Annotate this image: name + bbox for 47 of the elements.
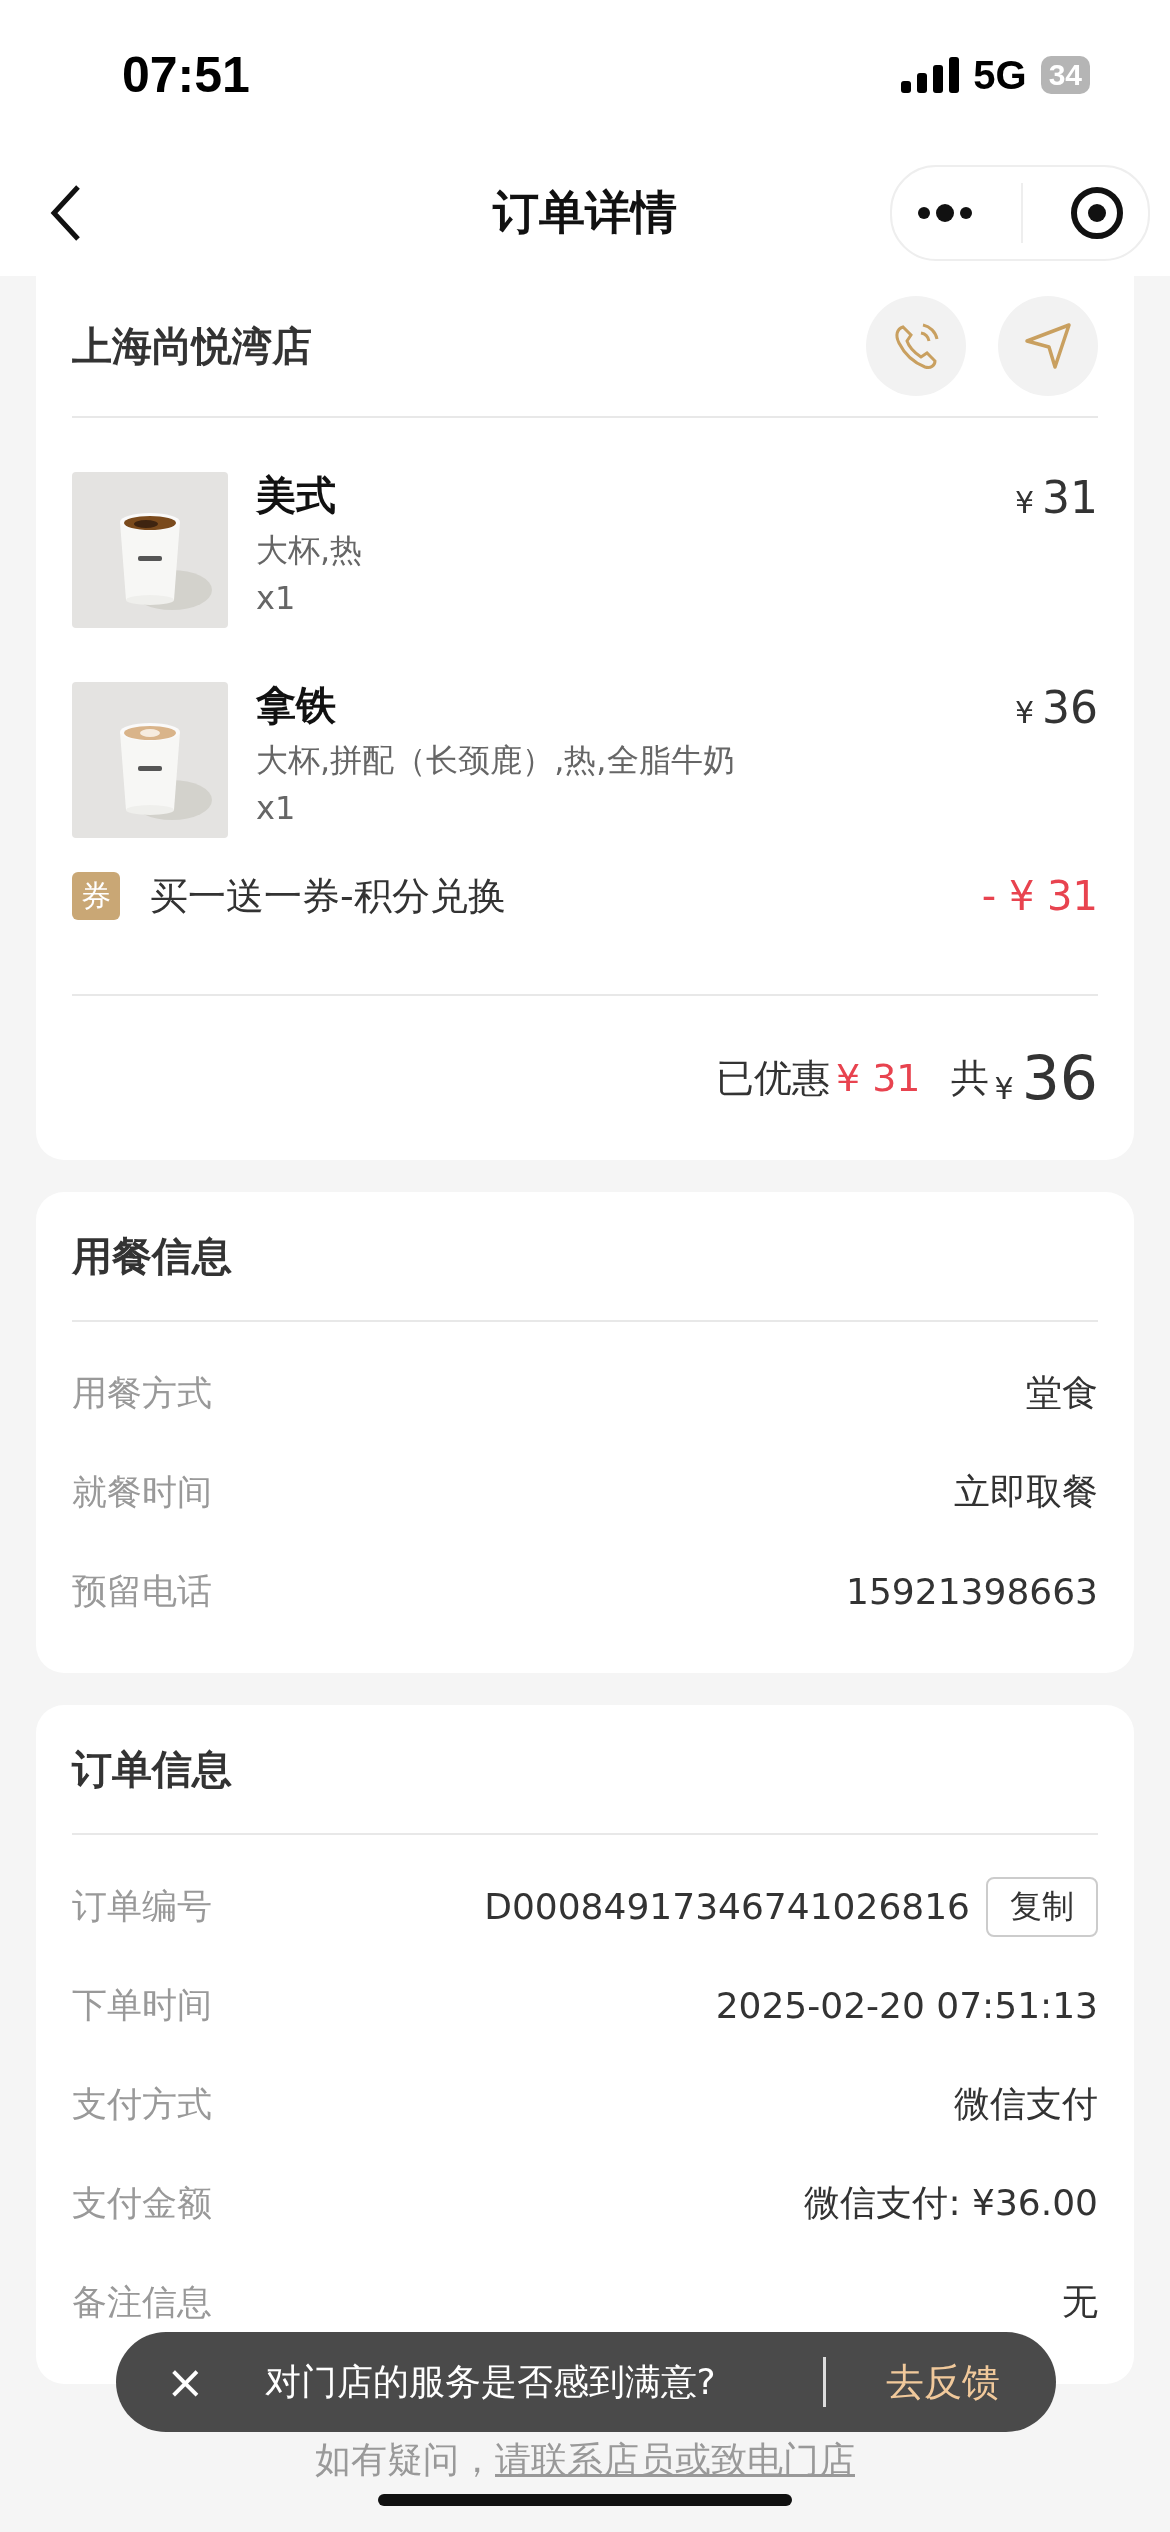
row-value: 立即取餐 [954,1470,1098,1514]
toast-message: 对门店的服务是否感到满意? [264,2359,717,2404]
help-text: 如有疑问，请联系店员或致电门店 [314,2438,856,2482]
discount-amount: ¥ 31 [835,1056,921,1100]
product-price: ¥ 31 [1014,472,1098,525]
total-label: 共 [950,1054,989,1102]
row-label: 预留电话 [72,1570,212,1613]
row-label: 支付方式 [72,2083,212,2126]
target-icon[interactable] [1070,186,1125,240]
row-label: 订单编号 [72,1885,212,1928]
row-label: 支付金额 [72,2182,212,2225]
coupon-amount: - ¥ 31 [981,873,1098,919]
row-value: 无 [1062,2280,1098,2324]
row-value: 15921398663 [846,1571,1098,1612]
product-quantity: x1 [256,789,297,827]
row-value: D00084917346741026816 [484,1886,970,1927]
product-price: ¥ 36 [1014,682,1098,735]
network-label: 5G [973,52,1027,98]
row-label: 备注信息 [72,2281,212,2324]
product-quantity: x1 [256,579,297,617]
navigation-arrow-icon [1023,321,1073,371]
product-name: 拿铁 [256,681,337,730]
total-amount: ¥36 [994,1043,1098,1113]
section-title: 用餐信息 [72,1231,232,1281]
row-label: 用餐方式 [72,1372,212,1415]
more-icon[interactable] [915,203,974,223]
copy-button[interactable]: 复制 [986,1876,1098,1937]
close-button[interactable]: × [166,2355,205,2409]
signal-icon [901,57,960,93]
page-title: 订单详情 [493,185,677,239]
product-options: 大杯,热 [256,529,987,573]
product-options: 大杯,拼配（长颈鹿）,热,全脂牛奶 [256,739,987,783]
coupon-label: 买一送一券-积分兑换 [150,872,507,920]
row-label: 下单时间 [72,1984,212,2027]
row-label: 就餐时间 [72,1471,212,1514]
row-value: 2025-02-20 07:51:13 [715,1985,1098,2026]
coupon-badge: 券 [72,872,120,920]
status-time: 07:51 [122,46,250,104]
row-value: 堂食 [1026,1371,1098,1415]
battery-level: 34 [1040,56,1090,94]
discount-label: 已优惠 [715,1054,830,1102]
feedback-button[interactable]: 去反馈 [826,2356,1056,2408]
product-name: 美式 [256,471,337,520]
store-name: 上海尚悦湾店 [72,321,313,371]
row-value: 微信支付: ¥36.00 [804,2181,1098,2225]
section-title: 订单信息 [72,1744,232,1794]
row-value: 微信支付 [954,2082,1098,2126]
